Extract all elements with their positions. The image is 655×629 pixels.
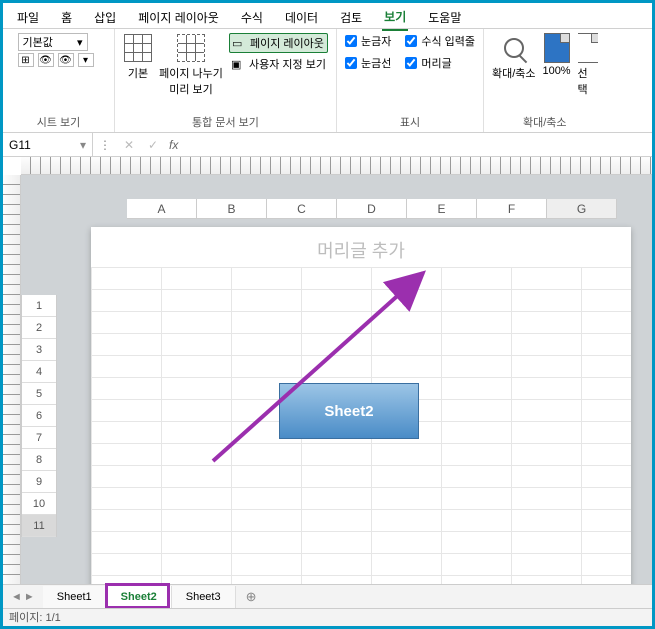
zoom-button[interactable]: 확대/축소	[492, 33, 536, 81]
options-view-icon[interactable]: ▾	[78, 53, 94, 67]
name-box-value: G11	[9, 138, 31, 152]
menu-formulas[interactable]: 수식	[239, 5, 265, 30]
ribbon: 기본값 ▾ ⊞ 👁 👁 ▾ 시트 보기 기본 페이지 나누기 미리 보기	[3, 29, 652, 133]
menu-review[interactable]: 검토	[338, 5, 364, 30]
group-zoom: 확대/축소 100% 선택 확대/축소	[484, 29, 606, 132]
zoom-100-button[interactable]: 100%	[542, 33, 572, 77]
goto-button[interactable]: ⋮	[93, 138, 117, 152]
view-pagebreak-button[interactable]: 페이지 나누기 미리 보기	[159, 33, 223, 97]
page-area: 머리글 추가 Sheet2	[21, 175, 652, 584]
group-label-show: 표시	[400, 112, 420, 130]
name-box[interactable]: G11 ▾	[3, 133, 93, 156]
new-sheet-button[interactable]: ⊕	[236, 589, 267, 605]
cancel-button[interactable]: ✕	[117, 138, 141, 152]
view-normal-label: 기본	[128, 65, 148, 81]
menu-bar: 파일 홈 삽입 페이지 레이아웃 수식 데이터 검토 보기 도움말	[3, 3, 652, 29]
zoom-selection-label: 선택	[578, 65, 598, 97]
formula-input[interactable]	[182, 133, 652, 156]
sheet-view-value: 기본값	[23, 34, 53, 50]
status-page: 페이지: 1/1	[9, 612, 61, 624]
group-workbook-views: 기본 페이지 나누기 미리 보기 ▭ 페이지 레이아웃 ▣ 사용자 지정 보기 …	[115, 29, 337, 132]
fx-icon[interactable]: fx	[165, 138, 182, 152]
group-label-sheet-view: 시트 보기	[37, 112, 81, 130]
group-sheet-view: 기본값 ▾ ⊞ 👁 👁 ▾ 시트 보기	[3, 29, 115, 132]
group-show: 눈금자 수식 입력줄 눈금선 머리글 표시	[337, 29, 484, 132]
view-custom-label: 사용자 지정 보기	[249, 56, 326, 72]
sheet-view-dropdown[interactable]: 기본값 ▾	[18, 33, 88, 51]
zoom-selection-button[interactable]: 선택	[578, 33, 598, 97]
header-placeholder[interactable]: 머리글 추가	[91, 237, 631, 263]
view-pagelayout-label: 페이지 레이아웃	[250, 35, 324, 51]
view-normal-button[interactable]: 기본	[123, 33, 153, 81]
ruler-horizontal[interactable]	[21, 157, 652, 175]
menu-home[interactable]: 홈	[59, 5, 74, 30]
menu-pagelayout[interactable]: 페이지 레이아웃	[136, 5, 221, 30]
chk-headings[interactable]: 머리글	[405, 55, 451, 71]
shape-text: Sheet2	[324, 403, 373, 420]
work-area: A B C D E F G 1 2 3 4 5 6 7 8 9 10 11 머리…	[3, 175, 652, 584]
sheet-tab-3[interactable]: Sheet3	[172, 586, 236, 608]
chk-gridlines[interactable]: 눈금선	[345, 55, 391, 71]
menu-view[interactable]: 보기	[382, 4, 408, 31]
chevron-down-icon: ▾	[77, 36, 83, 49]
sheet-tab-1[interactable]: Sheet1	[43, 586, 107, 608]
tab-nav-next-icon[interactable]: ►	[24, 591, 35, 603]
zoom-selection-icon	[578, 33, 598, 63]
pagelayout-icon: ▭	[232, 37, 246, 49]
keep-view-icon[interactable]: ⊞	[18, 53, 34, 67]
menu-file[interactable]: 파일	[15, 5, 41, 30]
zoom-label: 확대/축소	[492, 65, 536, 81]
chk-ruler[interactable]: 눈금자	[345, 33, 391, 49]
hundred-icon	[542, 33, 572, 63]
group-label-workbook-views: 통합 문서 보기	[192, 112, 259, 130]
magnifier-icon	[499, 33, 529, 63]
menu-data[interactable]: 데이터	[283, 5, 320, 30]
view-pagelayout-button[interactable]: ▭ 페이지 레이아웃	[229, 33, 328, 53]
sheet-name-shape[interactable]: Sheet2	[279, 383, 419, 439]
exit-view-icon[interactable]: 👁	[38, 53, 54, 67]
pagebreak-icon	[176, 33, 206, 63]
group-label-zoom: 확대/축소	[523, 112, 567, 130]
formula-bar-row: G11 ▾ ⋮ ✕ ✓ fx	[3, 133, 652, 157]
view-custom-button[interactable]: ▣ 사용자 지정 보기	[229, 55, 328, 73]
chevron-down-icon: ▾	[80, 138, 86, 152]
status-bar: 페이지: 1/1	[3, 608, 652, 626]
menu-insert[interactable]: 삽입	[92, 5, 118, 30]
ruler-vertical[interactable]	[3, 175, 21, 584]
sheet-tab-bar: ◄ ► Sheet1 Sheet2 Sheet3 ⊕	[3, 584, 652, 608]
zoom-100-label: 100%	[542, 65, 570, 77]
new-view-icon[interactable]: 👁	[58, 53, 74, 67]
sheet-tab-2[interactable]: Sheet2	[107, 586, 172, 608]
customview-icon: ▣	[231, 58, 245, 70]
tab-nav-prev-icon[interactable]: ◄	[11, 591, 22, 603]
chk-formula-bar[interactable]: 수식 입력줄	[405, 33, 475, 49]
enter-button[interactable]: ✓	[141, 138, 165, 152]
grid-icon	[123, 33, 153, 63]
menu-help[interactable]: 도움말	[426, 5, 463, 30]
view-pagebreak-label: 페이지 나누기 미리 보기	[159, 65, 223, 97]
